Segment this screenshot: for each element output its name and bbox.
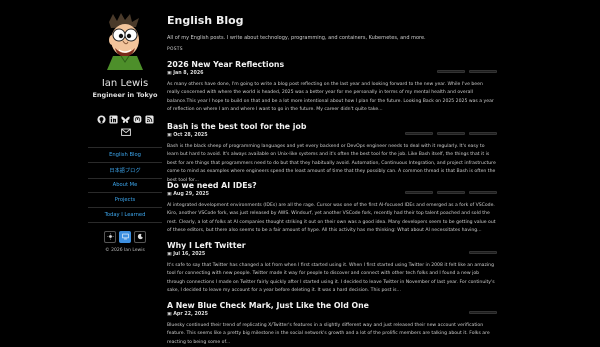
tag-badge[interactable] <box>405 191 433 194</box>
post-item: 2026 New Year Reflections ▣ Jan 8, 2026 … <box>167 60 497 115</box>
avatar <box>107 13 143 70</box>
post-title[interactable]: A New Blue Check Mark, Just Like the Old… <box>167 301 497 310</box>
tag-badge[interactable] <box>405 132 433 135</box>
post-excerpt: It's safe to say that Twitter has change… <box>167 263 495 294</box>
post-title[interactable]: Bash is the best tool for the job <box>167 122 497 131</box>
tag-badge[interactable] <box>437 70 465 73</box>
post-title[interactable]: 2026 New Year Reflections <box>167 60 497 69</box>
post-date: ▣ Jul 16, 2025 <box>167 252 206 257</box>
tag-badge[interactable] <box>469 311 497 314</box>
nav-item-japanese-blog[interactable]: 日本語ブログ <box>88 163 162 179</box>
author-name: Ian Lewis <box>101 78 149 89</box>
post-excerpt: Bash is the black sheep of programming l… <box>167 144 496 183</box>
auto-mode-button[interactable] <box>134 230 146 243</box>
nav-item-projects[interactable]: Projects <box>88 193 162 209</box>
tag-badge[interactable] <box>437 191 465 194</box>
copyright: © 2026 Ian Lewis <box>105 247 145 253</box>
theme-switcher <box>104 230 146 243</box>
tag-badge[interactable] <box>469 132 497 135</box>
dark-mode-button[interactable] <box>119 230 131 243</box>
page-title: English Blog <box>167 14 244 27</box>
bluesky-icon[interactable] <box>120 109 130 124</box>
auto-mode-icon <box>137 234 143 240</box>
tag-badge[interactable] <box>469 251 497 254</box>
post-date: ▣ Oct 28, 2025 <box>167 133 208 138</box>
email-link[interactable] <box>120 122 131 141</box>
post-tags <box>469 311 497 314</box>
page-description: All of my English posts. I write about t… <box>167 35 426 41</box>
post-date: ▣ Aug 29, 2025 <box>167 192 209 197</box>
social-links <box>96 109 154 124</box>
nav-item-til[interactable]: Today I Learned <box>88 208 162 223</box>
post-item: Bash is the best tool for the job ▣ Oct … <box>167 122 497 185</box>
light-mode-icon <box>106 233 114 241</box>
author-subtitle: Engineer in Tokyo <box>92 91 158 99</box>
tag-badge[interactable] <box>469 70 497 73</box>
mastodon-icon[interactable] <box>133 109 142 123</box>
post-item: Do we need AI IDEs? ▣ Aug 29, 2025 AI in… <box>167 181 497 236</box>
post-date: ▣ Apr 22, 2025 <box>167 312 208 317</box>
email-icon[interactable] <box>120 122 131 136</box>
site-nav: English Blog 日本語ブログ About Me Projects To… <box>88 147 162 223</box>
post-excerpt: As many others have done, I'm going to w… <box>167 82 494 113</box>
github-icon[interactable] <box>96 109 106 124</box>
nav-item-english-blog[interactable]: English Blog <box>88 147 162 163</box>
tag-badge[interactable] <box>469 191 497 194</box>
rss-icon[interactable] <box>144 109 154 124</box>
post-tags <box>405 132 497 135</box>
post-excerpt: Bluesky continued their trend of replica… <box>167 323 490 345</box>
posts-heading: POSTS <box>167 47 183 52</box>
post-item: A New Blue Check Mark, Just Like the Old… <box>167 301 497 347</box>
post-item: Why I Left Twitter ▣ Jul 16, 2025 It's s… <box>167 241 497 296</box>
post-title[interactable]: Why I Left Twitter <box>167 241 497 250</box>
post-tags <box>469 251 497 254</box>
post-tags <box>405 191 497 194</box>
nav-item-about-me[interactable]: About Me <box>88 179 162 194</box>
tag-badge[interactable] <box>437 132 465 135</box>
light-mode-button[interactable] <box>104 230 116 243</box>
dark-mode-icon <box>121 234 129 240</box>
sidebar: Ian Lewis Engineer in Tokyo English Blog… <box>85 0 165 338</box>
post-excerpt: AI integrated development environments (… <box>167 203 496 234</box>
linkedin-icon[interactable] <box>108 109 118 124</box>
post-date: ▣ Jan 8, 2026 <box>167 71 204 76</box>
post-tags <box>437 70 497 73</box>
post-title[interactable]: Do we need AI IDEs? <box>167 181 497 190</box>
